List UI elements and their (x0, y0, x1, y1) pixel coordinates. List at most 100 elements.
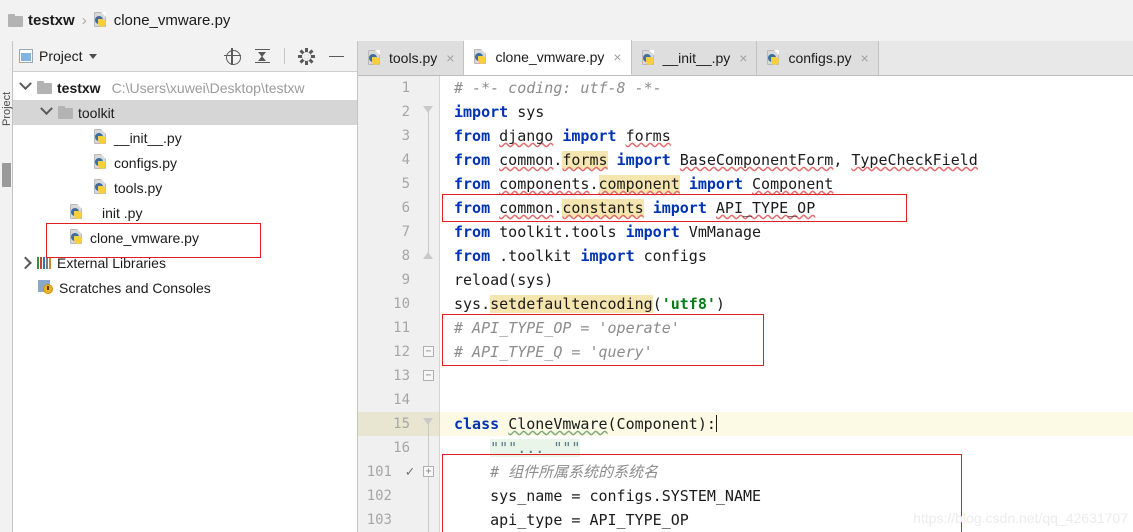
code-line-2: import sys (454, 103, 545, 121)
tree-item-external-libraries[interactable]: External Libraries (13, 250, 357, 275)
editor-tabbar: tools.py × clone_vmware.py × __init__.py… (358, 40, 1133, 76)
fold-marker-line-11[interactable]: − (423, 346, 434, 357)
tree-item-scratches-and-consoles[interactable]: Scratches and Consoles (13, 275, 357, 300)
tree-item-init-py[interactable]: __init__.py (13, 125, 357, 150)
line-number: 11 (393, 320, 410, 336)
python-file-icon (94, 179, 109, 196)
line-number: 3 (401, 128, 410, 144)
chevron-down-icon[interactable] (88, 53, 97, 59)
line-number: 7 (401, 224, 410, 240)
close-icon[interactable]: × (446, 50, 454, 66)
chevron-right-icon[interactable] (19, 257, 32, 269)
code-line-7: from toolkit.tools import VmManage (454, 223, 762, 241)
close-icon[interactable]: × (739, 50, 747, 66)
tree-item-toolkit[interactable]: toolkit (13, 100, 357, 125)
code-area: 1 2 3 4 5 6 7 8 9 10 11 12 13 14 15 16 1… (358, 76, 1133, 532)
line-number: 14 (393, 392, 410, 408)
line-number: 16 (393, 440, 410, 456)
line-number: 5 (401, 176, 410, 192)
line-number: 103 (366, 512, 392, 528)
code-line-6: from common.constants import API_TYPE_OP (454, 199, 816, 217)
line-number-gutter: 1 2 3 4 5 6 7 8 9 10 11 12 13 14 15 16 1… (358, 76, 440, 532)
breadcrumb-root-label: testxw (28, 12, 75, 29)
code-line-9: reload(sys) (454, 271, 554, 289)
python-file-icon (93, 12, 109, 29)
fold-region-line (428, 112, 429, 256)
code-line-5: from components.component import Compone… (454, 175, 834, 193)
scratches-icon (38, 280, 54, 295)
tab-label: configs.py (788, 50, 852, 66)
project-window-icon (19, 49, 33, 63)
collapse-all-icon[interactable] (254, 48, 271, 65)
tool-window-strip-label[interactable]: Project (1, 76, 13, 126)
fold-start-marker-imports[interactable] (423, 106, 434, 114)
fold-region-line-class (428, 424, 429, 532)
breadcrumb: testxw › clone_vmware.py (0, 0, 1133, 41)
locate-icon[interactable] (224, 47, 241, 65)
tree-item-label: tools.py (114, 179, 163, 196)
code-line-12: # API_TYPE_Q = 'query' (454, 343, 653, 361)
minimize-icon[interactable] (328, 48, 345, 65)
python-file-icon (70, 204, 85, 221)
code-line-8: from .toolkit import configs (454, 247, 707, 265)
python-file-icon (767, 49, 782, 67)
code-line-4: from common.forms import BaseComponentFo… (454, 151, 978, 169)
code-line-3: from django import forms (454, 127, 671, 145)
tab-init-py[interactable]: __init__.py × (631, 41, 758, 75)
line-number: 13 (393, 368, 410, 384)
tab-tools-py[interactable]: tools.py × (358, 41, 465, 75)
project-panel: Project testxw C:\Users\xuwei\Desktop\te… (13, 41, 358, 532)
chevron-down-icon[interactable] (19, 82, 32, 94)
gear-icon[interactable] (298, 47, 315, 65)
tree-item-label: __init__.py (114, 129, 182, 146)
tree-item-label: init .py (102, 204, 143, 221)
breadcrumb-separator: › (81, 12, 87, 29)
fold-end-marker-imports[interactable] (423, 252, 434, 260)
code-line-15: class CloneVmware(Component): (454, 415, 718, 433)
tree-item-tools-py[interactable]: tools.py (13, 175, 357, 200)
project-panel-title: Project (39, 48, 83, 64)
python-file-icon (94, 129, 109, 146)
breadcrumb-file[interactable]: clone_vmware.py (93, 12, 231, 29)
close-icon[interactable]: × (613, 49, 621, 65)
tree-item-path: C:\Users\xuwei\Desktop\testxw (111, 79, 305, 96)
fold-marker-line-12[interactable]: − (423, 370, 434, 381)
breadcrumb-root[interactable]: testxw (8, 12, 75, 29)
tab-label: clone_vmware.py (495, 49, 605, 65)
line-number: 102 (366, 488, 392, 504)
code-line-101: # 组件所属系统的系统名 (490, 463, 659, 481)
folder-icon (58, 106, 73, 119)
tool-window-strip: Project (0, 41, 13, 532)
fold-gutter: − − + (418, 76, 440, 532)
ide-window: testxw › clone_vmware.py Project Project (0, 0, 1133, 532)
code-line-10: sys.setdefaultencoding('utf8') (454, 295, 725, 313)
line-number: 12 (393, 344, 410, 360)
tree-item-configs-py[interactable]: configs.py (13, 150, 357, 175)
tree-item-label: testxw (57, 79, 101, 96)
breadcrumb-file-label: clone_vmware.py (113, 12, 231, 29)
tool-window-strip-button[interactable] (2, 163, 11, 187)
python-file-icon (70, 229, 85, 246)
tab-clone-vmware-py[interactable]: clone_vmware.py × (464, 40, 632, 75)
tab-configs-py[interactable]: configs.py × (757, 41, 879, 75)
chevron-down-icon[interactable] (40, 107, 53, 119)
project-toolbar (224, 47, 351, 65)
expand-marker-docstring[interactable]: + (423, 466, 434, 477)
tree-item-clone-vmware-py[interactable]: clone_vmware.py (13, 225, 357, 250)
python-file-icon (641, 49, 657, 67)
tree-item-testxw[interactable]: testxw C:\Users\xuwei\Desktop\testxw (13, 75, 357, 100)
line-number: 15 (393, 416, 410, 432)
code-line-1: # -*- coding: utf-8 -*- (454, 79, 662, 97)
line-number: 9 (401, 272, 410, 288)
code-text[interactable]: # -*- coding: utf-8 -*- import sys from … (440, 76, 1133, 532)
tree-item-label: configs.py (114, 154, 178, 171)
line-number: 101 (366, 464, 392, 480)
tree-item-root-init-py[interactable]: init .py (13, 200, 357, 225)
line-number: 6 (401, 200, 410, 216)
python-file-icon (94, 154, 109, 171)
close-icon[interactable]: × (861, 50, 869, 66)
code-line-16: """... """ (490, 439, 581, 457)
project-tree: testxw C:\Users\xuwei\Desktop\testxw too… (13, 72, 357, 300)
toolbar-divider (284, 48, 285, 64)
tree-item-label: External Libraries (57, 254, 166, 271)
